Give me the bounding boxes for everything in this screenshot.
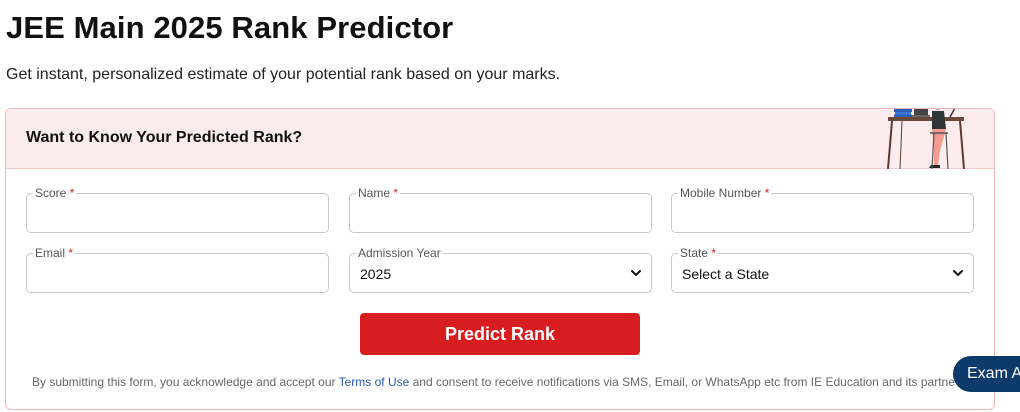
state-value: Select a State — [682, 266, 770, 282]
score-field[interactable]: Score * — [26, 187, 329, 233]
score-input[interactable] — [35, 206, 315, 224]
form-card-header: Want to Know Your Predicted Rank? — [6, 109, 994, 169]
mobile-number-label: Mobile Number * — [678, 186, 772, 200]
email-input[interactable] — [35, 266, 315, 284]
form-card-title: Want to Know Your Predicted Rank? — [26, 129, 303, 146]
name-input[interactable] — [358, 206, 638, 224]
state-select[interactable]: State * Select a State — [671, 247, 974, 293]
admission-year-label: Admission Year — [356, 246, 443, 260]
predict-rank-button[interactable]: Predict Rank — [360, 313, 640, 355]
terms-of-use-link[interactable]: Terms of Use — [339, 375, 410, 389]
chevron-down-icon — [631, 270, 641, 276]
student-studying-illustration-icon — [878, 109, 972, 169]
email-label: Email * — [33, 246, 76, 260]
score-label: Score * — [33, 186, 77, 200]
name-label: Name * — [356, 186, 401, 200]
admission-year-value: 2025 — [360, 266, 392, 282]
mobile-number-input[interactable] — [680, 206, 960, 224]
mobile-number-field[interactable]: Mobile Number * — [671, 187, 974, 233]
admission-year-select[interactable]: Admission Year 2025 — [349, 247, 652, 293]
consent-disclaimer: By submitting this form, you acknowledge… — [32, 375, 955, 389]
state-label: State * — [678, 246, 719, 260]
name-field[interactable]: Name * — [349, 187, 652, 233]
exam-alert-button[interactable]: Exam A — [953, 356, 1020, 392]
chevron-down-icon — [953, 270, 963, 276]
email-field[interactable]: Email * — [26, 247, 329, 293]
page-title: JEE Main 2025 Rank Predictor — [6, 10, 454, 45]
page-subtitle: Get instant, personalized estimate of yo… — [6, 66, 561, 83]
rank-predictor-form-card: Want to Know Your Predicted Rank? Score … — [5, 108, 995, 410]
